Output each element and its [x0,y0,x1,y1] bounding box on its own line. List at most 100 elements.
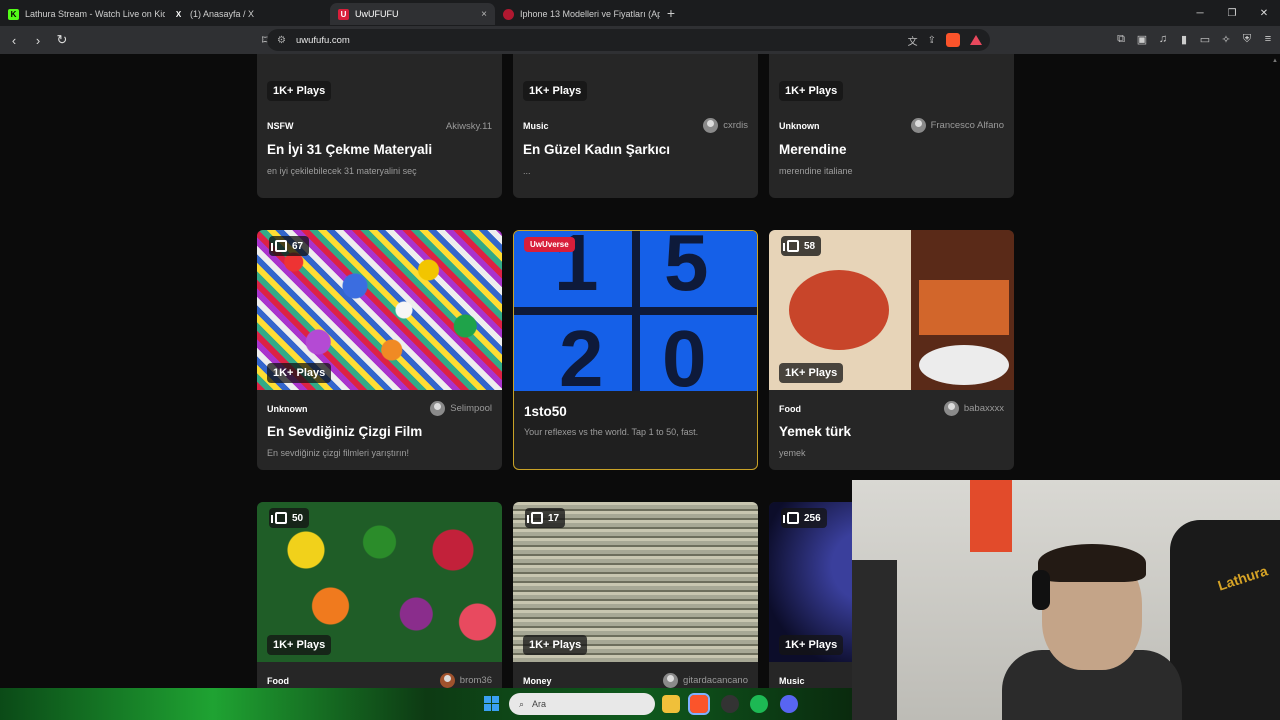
avatar [943,401,959,416]
uwufufu-icon: U [338,8,349,20]
back-icon[interactable]: ‹ [4,33,24,48]
tab-uwufufu[interactable]: U UwUFUFU × [330,3,495,25]
window-controls: ─ ❐ ✕ [1184,0,1280,26]
translate-icon[interactable]: 文 [908,33,918,48]
music-icon[interactable]: ♫ [1157,33,1169,46]
card-title: En İyi 31 Çekme Materyali [267,142,433,157]
category-label: Unknown [267,404,308,414]
author[interactable]: cxrdis [703,118,748,133]
author-name: cxrdis [723,120,748,131]
wallet-icon[interactable]: ▭ [1199,33,1211,46]
tab-x[interactable]: X (1) Anasayfa / X [165,3,330,25]
taskbar: ⌕ Ara [0,688,852,720]
menu-icon[interactable]: ≡ [1262,33,1274,46]
author[interactable]: brom36 [439,673,492,688]
author[interactable]: Selimpool [430,401,492,416]
category-label: Money [523,676,552,686]
cards-icon [527,512,543,524]
spotify-icon[interactable] [750,695,768,713]
scroll-up-icon[interactable]: ▲ [1272,58,1278,64]
person-hair [1038,544,1146,582]
minimize-icon[interactable]: ─ [1184,8,1216,19]
author-name: gitardacancano [683,675,748,686]
quiz-card[interactable]: 67 1K+ Plays Unknown Selimpool En Sevdiğ… [257,230,502,470]
site-settings-icon[interactable]: ⚙ [277,35,286,46]
quiz-card-featured[interactable]: 1 5 2 0 UwUverse 1sto50 Your reflexes vs… [513,230,758,470]
tab-iphone[interactable]: Iphone 13 Modelleri ve Fiyatları (App [495,3,660,25]
quiz-card[interactable]: 1K+ Plays NSFW Akiwsky.11 En İyi 31 Çekm… [257,54,502,198]
x-icon: X [175,9,182,19]
poster [970,480,1012,552]
brave-icon[interactable] [688,693,710,715]
card-description: en iyi çekilebilecek 31 materyalini seç [267,166,417,176]
close-tab-icon[interactable]: × [481,9,487,20]
author[interactable]: Francesco Alfano [910,118,1004,133]
author-name: Selimpool [450,403,492,414]
brave-rewards-icon[interactable] [970,35,982,45]
restore-icon[interactable]: ❐ [1216,8,1248,19]
item-count-badge: 256 [781,508,827,528]
url-text: uwufufu.com [295,34,350,46]
category-label: NSFW [267,121,294,131]
obs-icon[interactable] [721,695,739,713]
category-label: Music [779,676,805,686]
close-window-icon[interactable]: ✕ [1248,8,1280,19]
kick-icon: K [8,8,19,20]
dish [919,280,1009,335]
item-count-badge: 67 [269,236,310,256]
headset [1032,570,1050,610]
quiz-card[interactable]: 1K+ Plays Music cxrdis En Güzel Kadın Şa… [513,54,758,198]
search-placeholder: Ara [532,699,547,709]
shelf [852,560,897,720]
card-description: Your reflexes vs the world. Tap 1 to 50,… [524,427,699,437]
discord-icon[interactable] [780,695,798,713]
author[interactable]: gitardacancano [663,673,748,688]
avatar [910,118,926,133]
file-explorer-icon[interactable] [662,695,680,713]
plays-badge: 1K+ Plays [523,81,588,101]
avatar [430,401,446,416]
author[interactable]: babaxxxx [943,401,1004,416]
cards-icon [271,240,287,252]
item-count-badge: 50 [269,508,310,528]
item-count: 58 [804,240,816,252]
card-title: Merendine [779,142,847,157]
cards-icon [783,240,799,252]
new-tab-button[interactable]: + [660,5,682,21]
card-description: yemek [779,448,806,458]
leo-icon[interactable]: ✧ [1220,33,1232,46]
vpn-icon[interactable]: ⛨ [1241,33,1253,46]
author-name: brom36 [459,675,492,686]
taskbar-search[interactable]: ⌕ Ara [509,693,655,715]
quiz-card[interactable]: 58 1K+ Plays Food babaxxxx Yemek türk ye… [769,230,1014,470]
reload-icon[interactable]: ↻ [52,32,72,48]
address-bar[interactable]: ⚙ uwufufu.com 文 ⇪ [267,29,990,51]
author[interactable]: Akiwsky.11 [446,121,492,132]
author-name: Akiwsky.11 [445,121,492,132]
card-title: 1sto50 [524,404,567,419]
gaming-chair [1170,520,1280,720]
item-count-badge: 58 [781,236,822,256]
sidebar-icon[interactable]: ▮ [1178,33,1190,46]
item-count: 50 [292,512,304,524]
brave-shields-icon[interactable] [946,33,960,47]
extensions-icon[interactable]: ⧉ [1115,33,1127,46]
card-title: En Güzel Kadın Şarkıcı [523,142,671,157]
forward-icon[interactable]: › [28,33,48,48]
quiz-card[interactable]: 1K+ Plays Unknown Francesco Alfano Meren… [769,54,1014,198]
browser-toolbar: ‹ › ↻ ⌑ ⚙ uwufufu.com 文 ⇪ ⧉ ▣ ♫ ▮ ▭ ✧ ⛨ … [0,26,1280,54]
author-name: Francesco Alfano [930,120,1004,131]
site-icon [503,8,514,20]
windows-start-icon[interactable] [484,696,499,711]
screenshot-icon[interactable]: ▣ [1136,33,1148,46]
card-title: Yemek türk [779,424,852,439]
item-count: 17 [548,512,560,524]
share-icon[interactable]: ⇪ [928,35,936,46]
number-glyph: 2 [559,314,604,391]
category-label: Food [779,404,801,414]
uwuverse-badge: UwUverse [524,237,575,252]
tab-title: Lathura Stream - Watch Live on Kick [25,9,165,19]
plays-badge: 1K+ Plays [779,635,844,655]
browser-tab-bar: K Lathura Stream - Watch Live on Kick X … [0,0,1280,26]
tab-kick[interactable]: K Lathura Stream - Watch Live on Kick [0,3,165,25]
